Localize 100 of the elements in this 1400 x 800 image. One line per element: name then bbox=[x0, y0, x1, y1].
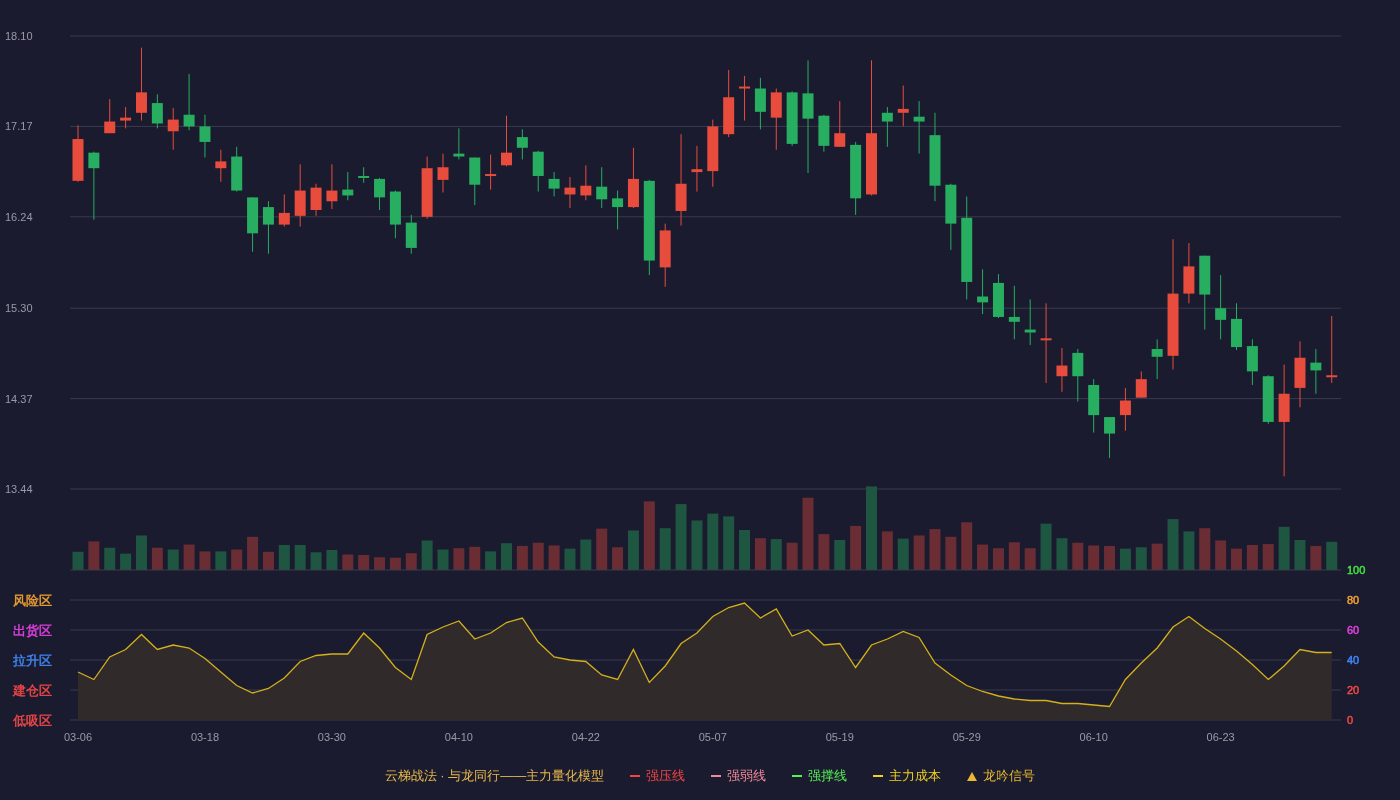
candlestick bbox=[1183, 242, 1195, 304]
candlestick bbox=[754, 77, 766, 130]
candlestick bbox=[691, 145, 703, 193]
candlestick bbox=[1246, 338, 1258, 386]
candlestick bbox=[342, 171, 354, 201]
zone-label: 建仓区 bbox=[13, 683, 52, 698]
candlestick bbox=[1215, 274, 1227, 340]
legend-label: 龙吟信号 bbox=[983, 767, 1036, 786]
candlestick bbox=[1119, 387, 1131, 432]
candlestick bbox=[120, 106, 132, 129]
candlestick bbox=[167, 107, 179, 151]
candlestick bbox=[977, 268, 989, 315]
candlestick bbox=[945, 183, 957, 251]
candlestick bbox=[770, 88, 782, 151]
candlestick bbox=[1056, 347, 1068, 393]
candlestick bbox=[881, 106, 893, 148]
axis-label: 14.37 bbox=[5, 392, 33, 405]
zone-label: 出货区 bbox=[13, 623, 52, 638]
axis-label: 100 bbox=[1347, 564, 1366, 576]
candlestick bbox=[389, 190, 401, 239]
candlestick bbox=[818, 114, 830, 153]
candlestick bbox=[501, 115, 512, 167]
candlestick bbox=[532, 150, 544, 193]
candlestick bbox=[247, 196, 259, 253]
candlestick bbox=[1231, 302, 1242, 351]
candlestick bbox=[1024, 298, 1036, 346]
candlestick bbox=[627, 147, 639, 209]
candlestick bbox=[897, 85, 909, 127]
candlestick bbox=[1088, 378, 1100, 434]
candlestick bbox=[469, 157, 481, 206]
candlestick bbox=[913, 100, 925, 155]
candlestick bbox=[1310, 348, 1322, 395]
candlestick bbox=[453, 127, 465, 160]
axis-label: 18.10 bbox=[5, 30, 33, 42]
candlestick bbox=[548, 171, 560, 197]
legend-label: 强压线 bbox=[646, 767, 686, 786]
date-label: 06-10 bbox=[1079, 731, 1108, 743]
candlestick bbox=[1008, 285, 1020, 340]
candlestick bbox=[516, 128, 528, 160]
date-label: 03-06 bbox=[63, 731, 93, 743]
candlestick bbox=[104, 98, 116, 134]
candlestick bbox=[358, 166, 370, 184]
candlestick bbox=[262, 200, 274, 255]
zone-label: 拉升区 bbox=[13, 653, 52, 668]
axis-label: 16.24 bbox=[5, 210, 33, 223]
date-label: 03-30 bbox=[317, 731, 346, 743]
date-label: 04-22 bbox=[571, 731, 600, 743]
candlestick bbox=[707, 119, 719, 188]
axis-label: 60 bbox=[1347, 624, 1360, 636]
legend-label: 主力成本 bbox=[889, 767, 942, 786]
candlestick bbox=[723, 69, 735, 138]
candlestick bbox=[612, 190, 624, 230]
date-label: 03-18 bbox=[190, 731, 220, 743]
candlestick bbox=[992, 273, 1004, 319]
candlestick bbox=[1326, 315, 1338, 384]
zone-label: 低吸区 bbox=[13, 713, 52, 728]
candlestick bbox=[834, 100, 846, 148]
date-label: 05-07 bbox=[698, 731, 727, 743]
axis-label: 40 bbox=[1347, 654, 1360, 666]
candlestick bbox=[231, 146, 243, 193]
candlestick bbox=[151, 93, 163, 129]
candlestick bbox=[215, 149, 227, 183]
candlestick bbox=[1104, 416, 1116, 459]
axis-label: 80 bbox=[1347, 594, 1360, 606]
axis-label: 15.30 bbox=[5, 302, 33, 315]
candlestick bbox=[786, 90, 798, 147]
candlestick bbox=[1135, 370, 1147, 399]
candlestick bbox=[739, 75, 751, 122]
date-label: 04-10 bbox=[444, 731, 473, 743]
candlestick bbox=[1151, 338, 1163, 380]
candlestick bbox=[374, 177, 386, 211]
axis-label: 20 bbox=[1347, 684, 1360, 696]
candlestick bbox=[1262, 374, 1274, 425]
date-label: 06-23 bbox=[1206, 731, 1235, 743]
candlestick bbox=[659, 223, 671, 288]
candlestick bbox=[485, 154, 497, 191]
candlestick bbox=[1072, 348, 1084, 402]
legend-label: 强弱线 bbox=[727, 767, 767, 786]
candlestick bbox=[580, 164, 592, 201]
candlestick bbox=[326, 163, 338, 210]
legend-label: 强撑线 bbox=[808, 767, 848, 786]
candlestick bbox=[294, 163, 306, 228]
candlestick bbox=[596, 166, 608, 209]
candlestick bbox=[72, 124, 84, 183]
zone-label: 风险区 bbox=[13, 593, 52, 608]
candlestick bbox=[183, 73, 195, 131]
axis-label: 17.17 bbox=[5, 120, 33, 133]
candlestick bbox=[199, 114, 211, 158]
candlestick bbox=[278, 193, 290, 228]
candlestick bbox=[1294, 340, 1306, 408]
candlestick bbox=[437, 153, 449, 193]
candlestick bbox=[421, 156, 433, 220]
candlestick bbox=[405, 214, 417, 255]
axis-label: 0 bbox=[1347, 714, 1354, 726]
candlestick bbox=[88, 151, 100, 221]
legend-title: 云梯战法 · 与龙同行——主力量化模型 bbox=[384, 767, 605, 786]
candlestick bbox=[310, 183, 322, 217]
candlestick bbox=[564, 176, 576, 209]
date-label: 05-29 bbox=[952, 731, 981, 743]
axis-label: 13.44 bbox=[5, 483, 33, 495]
